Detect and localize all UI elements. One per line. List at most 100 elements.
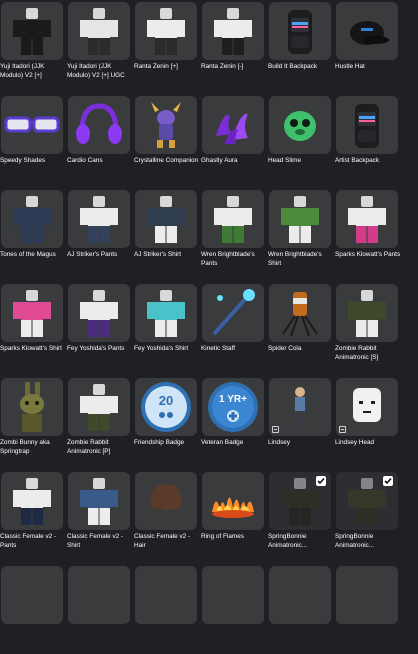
item-name[interactable]: Wren Brightblade's Shirt: [268, 250, 334, 268]
inventory-item-tile[interactable]: Sparks Klowatt's Pants: [335, 184, 402, 278]
item-name[interactable]: Crystalline Companion: [134, 156, 200, 165]
item-name[interactable]: Ranta Zenin [+]: [134, 62, 200, 71]
inventory-item-tile[interactable]: AJ Striker's Shirt: [134, 184, 201, 278]
avatar-outfit-icon: [135, 2, 197, 60]
inventory-item-tile[interactable]: Yuji Itadori (JJK Modulo) V2 [+] UGC: [67, 0, 134, 90]
limited-marker-icon: [339, 426, 346, 433]
inventory-item-tile[interactable]: 20 Friendship Badge: [134, 372, 201, 466]
item-name[interactable]: Zombi Bunny aka Springtrap: [0, 438, 66, 456]
inventory-item-tile[interactable]: Crystalline Companion: [134, 90, 201, 184]
item-name[interactable]: Yuji Itadori (JJK Modulo) V2 [+] UGC: [67, 62, 133, 80]
avatar-outfit-icon: [269, 190, 331, 248]
blank-icon: [135, 566, 197, 624]
inventory-item-tile[interactable]: SpringBonnie Animatronic...: [335, 466, 402, 560]
item-name[interactable]: Wren Brightblade's Pants: [201, 250, 267, 268]
inventory-item-tile[interactable]: [335, 560, 402, 654]
item-name[interactable]: Sparks Klowatt's Pants: [335, 250, 401, 259]
inventory-item-tile[interactable]: Sparks Klowatt's Shirt: [0, 278, 67, 372]
blank-icon: [68, 566, 130, 624]
inventory-item-tile[interactable]: Speedy Shades: [0, 90, 67, 184]
inventory-item-tile[interactable]: Classic Female v2 - Hair: [134, 466, 201, 560]
item-name[interactable]: SpringBonnie Animatronic...: [268, 532, 334, 550]
inventory-item-tile[interactable]: Fey Yoshida's Shirt: [134, 278, 201, 372]
item-name[interactable]: Build It Backpack: [268, 62, 334, 71]
item-name[interactable]: AJ Striker's Pants: [67, 250, 133, 259]
item-name[interactable]: Veteran Badge: [201, 438, 267, 447]
item-name[interactable]: Fey Yoshida's Pants: [67, 344, 133, 353]
item-name[interactable]: Kinetic Staff: [201, 344, 267, 353]
inventory-item-tile[interactable]: Yuji Itadori (JJK Modulo) V2 [+]: [0, 0, 67, 90]
item-name[interactable]: Artist Backpack: [335, 156, 401, 165]
inventory-item-tile[interactable]: [268, 560, 335, 654]
item-name[interactable]: Ring of Flames: [201, 532, 267, 541]
inventory-item-tile[interactable]: Zombie Rabbit Animatronic [P]: [67, 372, 134, 466]
inventory-item-tile[interactable]: [134, 560, 201, 654]
item-name[interactable]: Classic Female v2 - Hair: [134, 532, 200, 550]
inventory-item-tile[interactable]: Ghastly Aura: [201, 90, 268, 184]
item-name[interactable]: Ghastly Aura: [201, 156, 267, 165]
selected-checkbox[interactable]: [316, 476, 326, 486]
item-name[interactable]: Lindsey: [268, 438, 334, 447]
glasses-icon: [1, 96, 63, 154]
item-name[interactable]: SpringBonnie Animatronic...: [335, 532, 401, 550]
item-name[interactable]: Hustle Hat: [335, 62, 401, 71]
item-name[interactable]: Classic Female v2 - Pants: [0, 532, 66, 550]
inventory-item-tile[interactable]: AJ Striker's Pants: [67, 184, 134, 278]
item-name[interactable]: Head Slime: [268, 156, 334, 165]
inventory-item-tile[interactable]: Head Slime: [268, 90, 335, 184]
inventory-item-tile[interactable]: Zombie Rabbit Animatronic [S]: [335, 278, 402, 372]
inventory-item-tile[interactable]: [201, 560, 268, 654]
inventory-item-tile[interactable]: Fey Yoshida's Pants: [67, 278, 134, 372]
item-name[interactable]: Tones of the Magus: [0, 250, 66, 259]
slime-icon: [269, 96, 331, 154]
item-name[interactable]: Classic Female v2 - Shirt: [67, 532, 133, 550]
spider-cola-icon: [269, 284, 331, 342]
avatar-outfit-icon: [135, 190, 197, 248]
item-name[interactable]: Lindsey Head: [335, 438, 401, 447]
checkmark-icon: [317, 477, 325, 485]
avatar-outfit-icon: [336, 190, 398, 248]
avatar-outfit-icon: [68, 284, 130, 342]
inventory-item-tile[interactable]: Ranta Zenin [+]: [134, 0, 201, 90]
inventory-item-tile[interactable]: Wren Brightblade's Pants: [201, 184, 268, 278]
item-name[interactable]: Fey Yoshida's Shirt: [134, 344, 200, 353]
item-name[interactable]: Friendship Badge: [134, 438, 200, 447]
item-name[interactable]: Zombie Rabbit Animatronic [P]: [67, 438, 133, 456]
inventory-item-tile[interactable]: Ring of Flames: [201, 466, 268, 560]
inventory-item-tile[interactable]: Kinetic Staff: [201, 278, 268, 372]
item-name[interactable]: Ranta Zenin [-]: [201, 62, 267, 71]
item-name[interactable]: Cardio Cans: [67, 156, 133, 165]
item-name[interactable]: Spider Cola: [268, 344, 334, 353]
item-name[interactable]: Zombie Rabbit Animatronic [S]: [335, 344, 401, 362]
inventory-item-tile[interactable]: SpringBonnie Animatronic...: [268, 466, 335, 560]
inventory-item-tile[interactable]: Zombi Bunny aka Springtrap: [0, 372, 67, 466]
inventory-item-tile[interactable]: Spider Cola: [268, 278, 335, 372]
inventory-item-tile[interactable]: Hustle Hat: [335, 0, 402, 90]
inventory-item-tile[interactable]: [67, 560, 134, 654]
blank-icon: [269, 566, 331, 624]
item-name[interactable]: AJ Striker's Shirt: [134, 250, 200, 259]
inventory-item-tile[interactable]: Lindsey Head: [335, 372, 402, 466]
inventory-item-tile[interactable]: Artist Backpack: [335, 90, 402, 184]
item-name[interactable]: Sparks Klowatt's Shirt: [0, 344, 66, 353]
inventory-item-tile[interactable]: Classic Female v2 - Shirt: [67, 466, 134, 560]
inventory-item-tile[interactable]: Classic Female v2 - Pants: [0, 466, 67, 560]
item-name[interactable]: Speedy Shades: [0, 156, 66, 165]
selected-checkbox[interactable]: [383, 476, 393, 486]
inventory-item-tile[interactable]: [0, 560, 67, 654]
inventory-item-tile[interactable]: Cardio Cans: [67, 90, 134, 184]
backpack-icon: [336, 96, 398, 154]
friendship-badge-icon: 20: [135, 378, 197, 436]
hair-icon: [135, 472, 197, 530]
avatar-outfit-icon: [1, 472, 63, 530]
inventory-item-tile[interactable]: 1 YR+ Veteran Badge: [201, 372, 268, 466]
springtrap-icon: [1, 378, 63, 436]
inventory-item-tile[interactable]: Build It Backpack: [268, 0, 335, 90]
flame-ring-icon: [202, 472, 264, 530]
inventory-item-tile[interactable]: Wren Brightblade's Shirt: [268, 184, 335, 278]
item-name[interactable]: Yuji Itadori (JJK Modulo) V2 [+]: [0, 62, 66, 80]
avatar-outfit-icon: [135, 284, 197, 342]
inventory-item-tile[interactable]: Tones of the Magus: [0, 184, 67, 278]
inventory-item-tile[interactable]: Ranta Zenin [-]: [201, 0, 268, 90]
inventory-item-tile[interactable]: Lindsey: [268, 372, 335, 466]
